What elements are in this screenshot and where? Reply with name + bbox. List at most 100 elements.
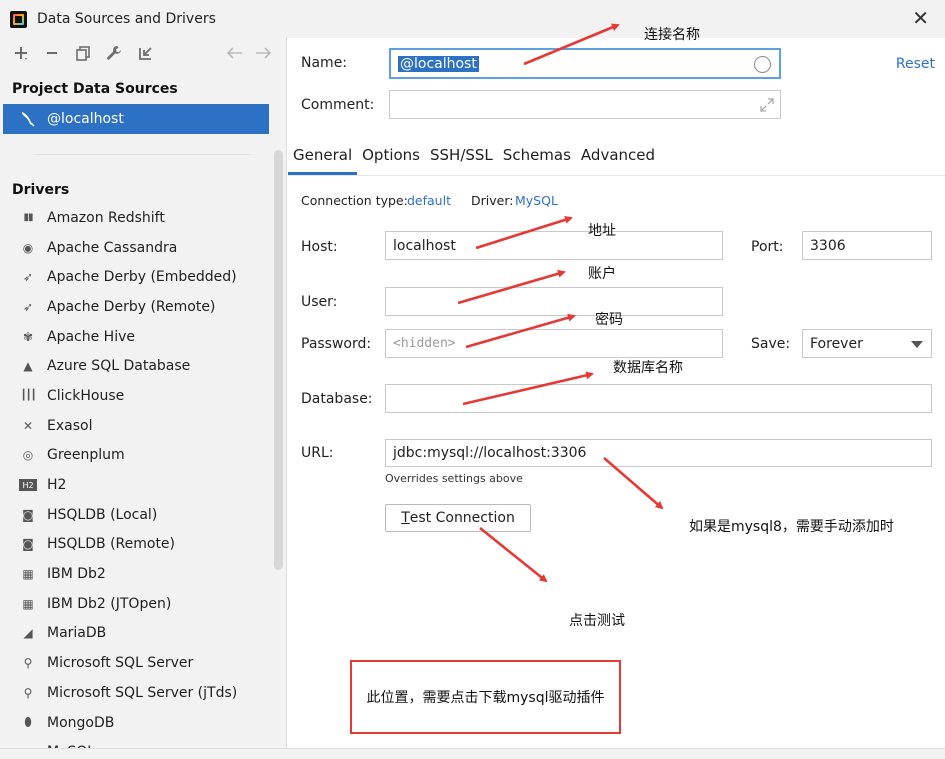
hsqldb-icon: ◙ (22, 537, 34, 552)
import-icon[interactable] (134, 42, 156, 64)
password-label: Password: (301, 336, 372, 352)
driver-label: Microsoft SQL Server (47, 655, 194, 672)
driver-item[interactable]: ➶ Apache Derby (Remote) (0, 292, 286, 322)
expand-icon[interactable] (760, 98, 774, 112)
host-input[interactable]: localhost (385, 231, 723, 260)
tab-advanced[interactable]: Advanced (576, 143, 660, 175)
tab-ssh-ssl[interactable]: SSH/SSL (425, 143, 498, 175)
driver-item[interactable]: ➶ Apache Derby (Embedded) (0, 262, 286, 292)
duplicate-icon[interactable] (72, 42, 94, 64)
driver-item[interactable]: ⚲ Microsoft SQL Server (jTds) (0, 678, 286, 708)
password-input[interactable]: <hidden> (385, 329, 723, 358)
driver-item[interactable]: ◎ Greenplum (0, 441, 286, 471)
hive-icon: ✾ (22, 329, 34, 344)
chevron-down-icon (911, 341, 923, 348)
url-hint: Overrides settings above (385, 472, 523, 485)
database-input[interactable] (385, 384, 932, 413)
user-input[interactable] (385, 287, 723, 316)
sidebar-scrollbar[interactable] (274, 150, 283, 570)
driver-label: Azure SQL Database (47, 358, 191, 375)
comment-label: Comment: (301, 97, 375, 113)
url-input[interactable]: jdbc:mysql://localhost:3306 (385, 439, 932, 467)
tab-schemas[interactable]: Schemas (498, 143, 576, 175)
driver-label: Apache Cassandra (47, 239, 178, 256)
driver-item[interactable]: ⬮ MongoDB (0, 708, 286, 738)
connection-type-label: Connection type: (301, 193, 408, 208)
save-label: Save: (751, 336, 791, 352)
title-bar: Data Sources and Drivers ✕ (0, 0, 945, 38)
tab-bar: General Options SSH/SSL Schemas Advanced (288, 143, 660, 175)
driver-label: HSQLDB (Remote) (47, 536, 176, 553)
add-icon[interactable] (10, 42, 32, 64)
driver-list: ▮▮ Amazon Redshift ◉ Apache Cassandra ➶ Apach… (0, 203, 286, 759)
driver-label: Apache Hive (47, 328, 135, 345)
clickhouse-icon: ┃┃┃ (20, 390, 36, 402)
save-value: Forever (810, 335, 863, 352)
test-button-mnemonic: T (401, 510, 410, 526)
driver-item[interactable]: ⚲ Microsoft SQL Server (0, 648, 286, 678)
driver-label: HSQLDB (Local) (47, 506, 158, 523)
driver-item[interactable]: ◉ Apache Cassandra (0, 233, 286, 263)
back-arrow-icon[interactable] (224, 42, 246, 64)
driver-link[interactable]: MySQL (515, 193, 558, 208)
driver-item[interactable]: ◢ MariaDB (0, 619, 286, 649)
tab-options[interactable]: Options (357, 143, 425, 175)
mssql-icon: ⚲ (23, 685, 33, 700)
driver-item[interactable]: ▦ IBM Db2 (0, 559, 286, 589)
bottom-strip (0, 748, 945, 759)
driver-item[interactable]: ▮▮ Amazon Redshift (0, 203, 286, 233)
db2-icon: ▦ (22, 596, 34, 611)
project-data-sources-heading: Project Data Sources (12, 81, 178, 97)
driver-item[interactable]: ▲ Azure SQL Database (0, 351, 286, 381)
name-label: Name: (301, 55, 348, 71)
password-placeholder: <hidden> (393, 336, 456, 351)
annotation-database: 数据库名称 (613, 360, 683, 376)
user-label: User: (301, 294, 338, 310)
test-connection-button[interactable]: Test Connection (385, 504, 531, 532)
annotation-url: 如果是mysql8，需要手动添加时 (689, 519, 894, 535)
color-circle-icon[interactable] (754, 56, 771, 73)
redshift-icon: ▮▮ (23, 212, 33, 224)
mssql-icon: ⚲ (23, 656, 33, 671)
close-icon[interactable]: ✕ (912, 8, 929, 28)
driver-label: Apache Derby (Remote) (47, 298, 216, 315)
forward-arrow-icon[interactable] (252, 42, 274, 64)
port-value: 3306 (810, 237, 846, 254)
drivers-heading: Drivers (12, 182, 70, 198)
name-value: @localhost (398, 55, 479, 72)
url-value: jdbc:mysql://localhost:3306 (393, 445, 587, 461)
sidebar: Project Data Sources @localhost Drivers … (0, 38, 287, 759)
annotation-password: 密码 (595, 312, 623, 328)
comment-input[interactable] (389, 90, 781, 119)
greenplum-icon: ◎ (22, 448, 34, 463)
driver-item[interactable]: H2 H2 (0, 470, 286, 500)
exasol-icon: ✕ (22, 418, 34, 433)
driver-label: Greenplum (47, 447, 125, 464)
driver-label: Driver: (471, 193, 514, 208)
test-button-label: est Connection (409, 510, 515, 526)
remove-icon[interactable] (41, 42, 63, 64)
mysql-dolphin-icon (22, 112, 35, 127)
wrench-icon[interactable] (103, 42, 125, 64)
url-label: URL: (301, 445, 334, 461)
driver-item[interactable]: ◙ HSQLDB (Remote) (0, 530, 286, 560)
tab-general[interactable]: General (288, 143, 358, 175)
driver-item[interactable]: ✾ Apache Hive (0, 322, 286, 352)
driver-item[interactable]: ✕ Exasol (0, 411, 286, 441)
save-select[interactable]: Forever (802, 329, 932, 358)
driver-item[interactable]: ┃┃┃ ClickHouse (0, 381, 286, 411)
driver-item[interactable]: ▦ IBM Db2 (JTOpen) (0, 589, 286, 619)
window-title: Data Sources and Drivers (37, 11, 216, 27)
connection-type-link[interactable]: default (407, 193, 451, 208)
datasource-item-localhost[interactable]: @localhost (3, 104, 269, 134)
app-logo-icon (10, 10, 27, 28)
driver-item[interactable]: ◙ HSQLDB (Local) (0, 500, 286, 530)
sidebar-divider (35, 154, 251, 155)
derby-icon: ➶ (22, 299, 34, 314)
reset-link[interactable]: Reset (896, 56, 935, 72)
name-input[interactable]: @localhost (389, 48, 781, 79)
driver-label: ClickHouse (47, 387, 125, 404)
driver-label: IBM Db2 (JTOpen) (47, 595, 172, 612)
driver-label: Apache Derby (Embedded) (47, 269, 237, 286)
port-input[interactable]: 3306 (802, 231, 932, 260)
